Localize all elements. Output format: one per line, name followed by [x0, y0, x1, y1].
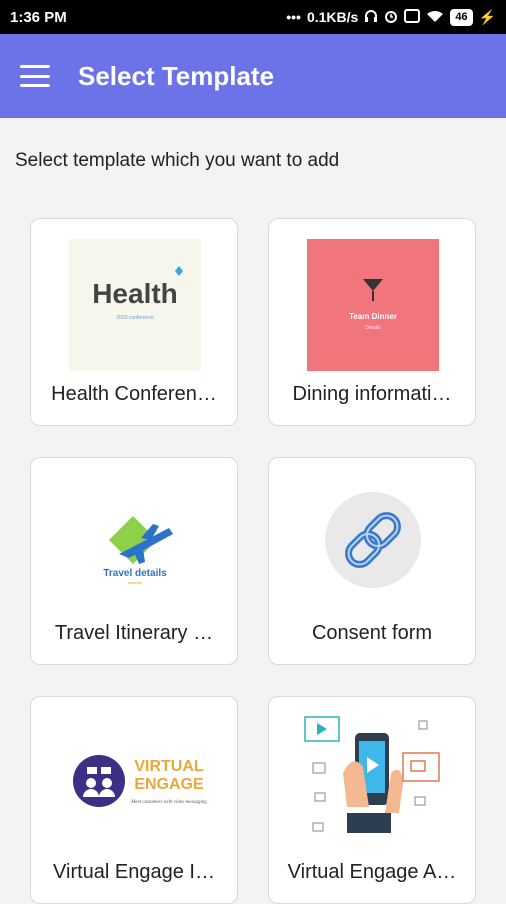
virtual-title-1: VIRTUAL — [134, 758, 204, 775]
travel-thumbnail: Travel details itinerary — [69, 478, 201, 610]
status-bar: 1:36 PM ••• 0.1KB/s 46 ⚡ — [0, 0, 506, 34]
travel-sub: itinerary — [128, 580, 142, 585]
template-card-dining[interactable]: Team Dinner Details Dining informati… — [268, 218, 476, 426]
consent-thumbnail — [307, 478, 439, 610]
template-label: Consent form — [311, 622, 433, 644]
page-title: Select Template — [78, 60, 275, 91]
alarm-icon — [384, 9, 398, 26]
health-thumbnail: Health 2020 conference — [69, 239, 201, 371]
template-card-consent[interactable]: Consent form — [268, 457, 476, 665]
headset-icon — [364, 9, 378, 26]
phone-video-thumbnail — [299, 713, 447, 845]
template-card-virtual-engage-a[interactable]: Virtual Engage A… — [268, 696, 476, 904]
app-bar: Select Template — [0, 34, 506, 118]
status-icons: ••• 0.1KB/s 46 ⚡ — [286, 8, 496, 26]
virtual-sub: Meet customers with video messaging — [130, 800, 207, 805]
dining-title: Team Dinner — [349, 312, 397, 321]
template-label: Dining informati… — [292, 383, 452, 405]
template-label: Virtual Engage I… — [53, 861, 215, 883]
signal-dots-icon: ••• — [286, 9, 301, 25]
health-logo-sub: 2020 conference — [116, 315, 153, 321]
dining-sub: Details — [365, 325, 381, 331]
wifi-icon — [426, 9, 444, 26]
travel-title: Travel details — [103, 568, 167, 579]
dining-thumbnail: Team Dinner Details — [307, 239, 439, 371]
battery-indicator: 46 — [450, 8, 473, 26]
template-card-health[interactable]: Health 2020 conference Health Conferen… — [30, 218, 238, 426]
hamburger-menu-icon[interactable] — [20, 65, 50, 87]
instruction-text: Select template which you want to add — [15, 150, 340, 171]
template-card-travel[interactable]: Travel details itinerary Travel Itinerar… — [30, 457, 238, 665]
template-label: Health Conferen… — [51, 383, 217, 405]
status-time: 1:36 PM — [10, 8, 67, 26]
charging-icon: ⚡ — [478, 8, 496, 25]
health-logo-text: Health — [92, 278, 178, 309]
virtual-engage-thumbnail: VIRTUAL ENGAGE Meet customers with video… — [61, 717, 209, 849]
virtual-title-2: ENGAGE — [134, 776, 204, 793]
template-label: Virtual Engage A… — [287, 861, 457, 883]
hd-icon — [404, 8, 421, 26]
template-label: Travel Itinerary … — [54, 622, 214, 644]
net-speed: 0.1KB/s — [306, 9, 359, 25]
template-card-virtual-engage-i[interactable]: VIRTUAL ENGAGE Meet customers with video… — [30, 696, 238, 904]
